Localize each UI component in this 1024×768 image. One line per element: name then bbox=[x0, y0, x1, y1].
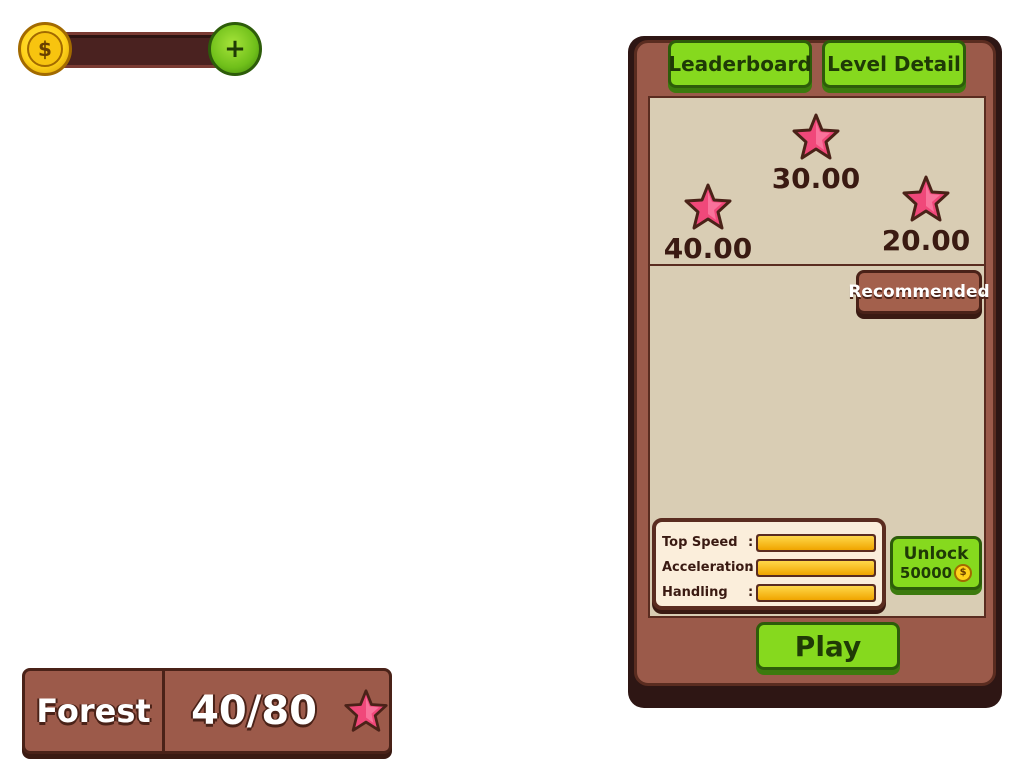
level-name: Forest bbox=[25, 671, 166, 751]
star-requirement-1: 40.00 bbox=[658, 182, 758, 265]
stat-bar bbox=[756, 533, 876, 552]
stat-bar bbox=[756, 583, 876, 602]
unlock-cost: 50000 $ bbox=[899, 564, 973, 582]
stat-bar-fill bbox=[758, 585, 874, 600]
stat-colon: : bbox=[748, 560, 754, 575]
stat-bar-fill bbox=[758, 535, 874, 550]
plus-icon: + bbox=[224, 34, 246, 64]
stat-colon: : bbox=[748, 585, 754, 600]
star-icon bbox=[344, 689, 388, 732]
unlock-button[interactable]: Unlock 50000 $ bbox=[890, 536, 982, 590]
stat-label: Handling bbox=[662, 585, 728, 600]
star-icon bbox=[684, 183, 732, 230]
level-star-score: 40/80 bbox=[165, 671, 389, 751]
unlock-label: Unlock bbox=[903, 544, 969, 564]
add-coins-button[interactable]: + bbox=[208, 22, 262, 76]
stat-row-top-speed: Top Speed : bbox=[662, 530, 876, 555]
tab-level-detail[interactable]: Level Detail bbox=[822, 40, 966, 88]
star-requirements-area: 40.00 30.00 20.00 bbox=[648, 96, 986, 266]
stat-label: Acceleration bbox=[662, 560, 754, 575]
stat-label: Top Speed bbox=[662, 535, 738, 550]
star-value: 40.00 bbox=[663, 232, 753, 265]
play-button[interactable]: Play bbox=[756, 622, 900, 670]
star-requirement-2: 30.00 bbox=[766, 112, 866, 195]
star-requirement-3: 20.00 bbox=[876, 174, 976, 257]
stat-row-handling: Handling : bbox=[662, 580, 876, 605]
vehicle-stats-box: Top Speed : Acceleration : Handling : bbox=[652, 518, 886, 610]
coin-balance-bar: $ + bbox=[18, 22, 266, 76]
coin-icon: $ bbox=[954, 564, 973, 582]
stat-bar bbox=[756, 558, 876, 577]
stat-bar-fill bbox=[758, 560, 874, 575]
recommended-badge: Recommended bbox=[848, 270, 990, 314]
coin-icon-symbol: $ bbox=[27, 31, 63, 67]
coin-icon: $ bbox=[18, 22, 72, 76]
star-value: 30.00 bbox=[771, 162, 861, 195]
tab-leaderboard[interactable]: Leaderboard bbox=[668, 40, 812, 88]
unlock-cost-value: 50000 bbox=[899, 564, 953, 582]
stat-row-acceleration: Acceleration : bbox=[662, 555, 876, 580]
level-info-box: Forest 40/80 bbox=[22, 668, 392, 754]
star-value: 20.00 bbox=[881, 224, 971, 257]
star-icon bbox=[902, 175, 950, 222]
level-score-text: 40/80 bbox=[191, 688, 317, 734]
stat-colon: : bbox=[748, 535, 754, 550]
star-icon bbox=[792, 113, 840, 160]
